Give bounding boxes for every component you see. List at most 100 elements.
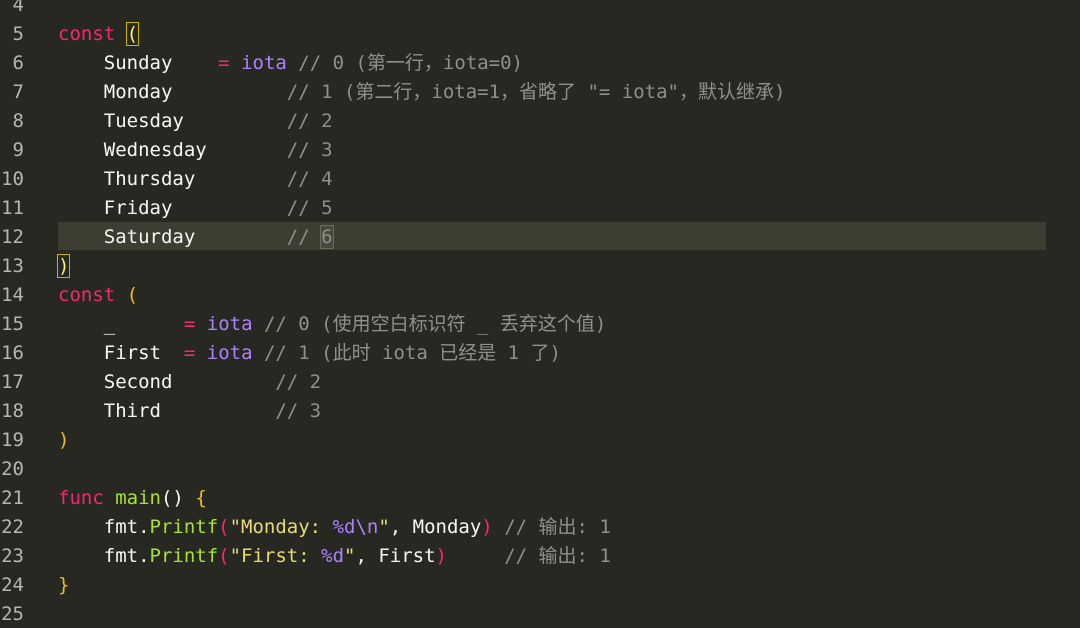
code-token: %d\n	[332, 516, 379, 538]
code-token: %d	[321, 545, 345, 567]
line-number: 9	[12, 139, 24, 161]
code-text: )	[56, 252, 71, 281]
code-text: Tuesday // 2	[58, 107, 333, 136]
code-token: fmt.	[58, 545, 150, 567]
code-line[interactable]: 4	[0, 0, 1080, 20]
code-line[interactable]: 6 Sunday = iota // 0 (第一行，iota=0)	[0, 49, 1080, 78]
line-number: 13	[1, 255, 24, 277]
code-line[interactable]: 17 Second // 2	[0, 368, 1080, 397]
code-line[interactable]: 19)	[0, 426, 1080, 455]
line-number: 19	[1, 429, 24, 451]
code-token: Thursday	[58, 168, 287, 190]
code-line[interactable]: 5 const (	[0, 20, 1080, 49]
code-token: // 0 (使用空白标识符 _ 丢弃这个值)	[252, 313, 607, 335]
code-token: iota	[206, 313, 253, 335]
code-token: )	[435, 545, 447, 567]
code-token: "	[344, 545, 356, 567]
code-line[interactable]: 11 Friday // 5	[0, 194, 1080, 223]
code-token: 6	[320, 225, 334, 249]
code-editor[interactable]: 4 5 const (6 Sunday = iota // 0 (第一行，iota=…	[0, 0, 1080, 628]
code-line[interactable]: 23 fmt.Printf("First: %d", First) // 输出:…	[0, 542, 1080, 571]
code-token: // 2	[286, 110, 333, 132]
code-token: iota	[206, 342, 253, 364]
code-line[interactable]: 12 Saturday // 6	[0, 223, 1080, 252]
code-line[interactable]: 13)	[0, 252, 1080, 281]
code-token: (	[218, 545, 230, 567]
code-token: // 4	[286, 168, 333, 190]
code-token: Monday	[58, 81, 287, 103]
code-token: {	[195, 487, 207, 509]
code-text: Second // 2	[58, 368, 321, 397]
line-number: 15	[1, 313, 24, 335]
code-text: fmt.Printf("First: %d", First) // 输出: 1	[58, 542, 611, 571]
code-line[interactable]: 8 Tuesday // 2	[0, 107, 1080, 136]
line-number: 24	[1, 574, 24, 596]
code-token: ()	[160, 487, 196, 509]
code-line[interactable]: 14 const (	[0, 281, 1080, 310]
code-token: main	[115, 487, 161, 509]
code-token: , Monday	[389, 516, 482, 538]
code-token: Printf	[149, 545, 219, 567]
code-token: =	[218, 52, 230, 74]
code-token: // 2	[275, 371, 322, 393]
code-token: // 1 (此时 iota 已经是 1 了)	[252, 342, 561, 364]
code-text: func main() {	[58, 484, 207, 513]
code-text: Thursday // 4	[58, 165, 333, 194]
code-token: //	[286, 226, 322, 248]
line-number: 16	[1, 342, 24, 364]
line-number: 20	[1, 458, 24, 480]
code-line[interactable]: 15 _ = iota // 0 (使用空白标识符 _ 丢弃这个值)	[0, 310, 1080, 339]
code-token: )	[481, 516, 493, 538]
code-line[interactable]: 10 Thursday // 4	[0, 165, 1080, 194]
code-token: =	[183, 313, 196, 335]
code-text: Third // 3	[58, 397, 321, 426]
code-token: =	[183, 342, 196, 364]
code-line[interactable]: 18 Third // 3	[0, 397, 1080, 426]
code-line[interactable]: 21 func main() {	[0, 484, 1080, 513]
code-text: const (	[58, 20, 140, 49]
line-number: 11	[1, 197, 24, 219]
code-token: // 3	[286, 139, 333, 161]
code-line[interactable]: 7 Monday // 1 (第二行，iota=1，省略了 "= iota"，默…	[0, 78, 1080, 107]
code-token: func	[58, 487, 104, 509]
code-token: // 1 (第二行，iota=1，省略了 "= iota"，默认继承)	[286, 81, 786, 103]
code-token: "Monday:	[229, 516, 333, 538]
code-token: )	[58, 429, 70, 451]
code-text: Monday // 1 (第二行，iota=1，省略了 "= iota"，默认继…	[58, 78, 786, 107]
code-token: // 0 (第一行，iota=0)	[286, 52, 523, 74]
line-number: 12	[1, 226, 24, 248]
code-text: Wednesday // 3	[58, 136, 333, 165]
code-token: iota	[241, 52, 287, 74]
line-number: 10	[1, 168, 24, 190]
code-text: _ = iota // 0 (使用空白标识符 _ 丢弃这个值)	[58, 310, 607, 339]
line-number: 21	[1, 487, 24, 509]
code-text: fmt.Printf("Monday: %d\n", Monday) // 输出…	[58, 513, 611, 542]
code-token: Second	[58, 371, 276, 393]
code-token: Printf	[149, 516, 219, 538]
code-line[interactable]: 24}	[0, 571, 1080, 600]
code-line[interactable]: 20	[0, 455, 1080, 484]
line-number: 18	[1, 400, 24, 422]
code-token: "First:	[229, 545, 322, 567]
code-token: const	[58, 284, 116, 306]
code-line[interactable]: 25	[0, 600, 1080, 628]
code-text: Sunday = iota // 0 (第一行，iota=0)	[58, 49, 523, 78]
code-token: // 5	[286, 197, 333, 219]
code-line[interactable]: 22 fmt.Printf("Monday: %d\n", Monday) //…	[0, 513, 1080, 542]
code-token: Sunday	[58, 52, 219, 74]
code-text: Saturday // 6	[58, 223, 334, 252]
code-line[interactable]: 9 Wednesday // 3	[0, 136, 1080, 165]
code-line[interactable]: 16 First = iota // 1 (此时 iota 已经是 1 了)	[0, 339, 1080, 368]
code-token: // 3	[275, 400, 322, 422]
code-text: }	[58, 571, 69, 600]
line-number: 6	[12, 52, 24, 74]
code-token: First	[58, 342, 184, 364]
line-number: 23	[1, 545, 24, 567]
line-number: 8	[12, 110, 24, 132]
